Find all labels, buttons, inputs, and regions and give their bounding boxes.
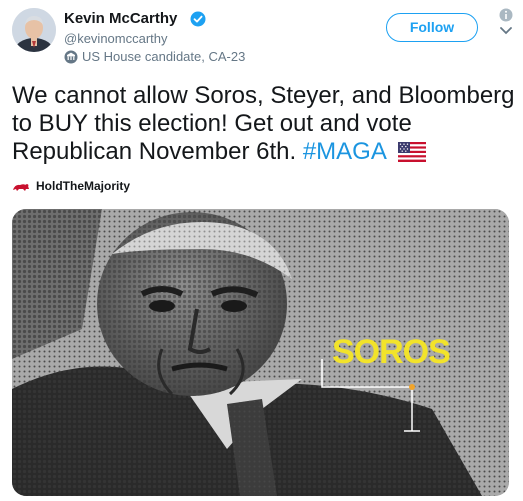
follow-button[interactable]: Follow: [386, 13, 478, 42]
tweet-card: Kevin McCarthy @kevinomccarthy US House …: [0, 0, 523, 501]
verified-badge-icon: [190, 11, 206, 27]
promo-label: HoldTheMajority: [36, 179, 131, 193]
candidate-label-text: US House candidate, CA-23: [82, 49, 246, 64]
info-icon[interactable]: [499, 8, 513, 22]
hashtag-link[interactable]: #MAGA: [303, 138, 386, 165]
us-flag-emoji-icon: [398, 142, 427, 162]
author-name[interactable]: Kevin McCarthy: [64, 10, 177, 27]
hold-the-majority-logo-icon: [13, 184, 29, 191]
chevron-down-icon[interactable]: [499, 26, 513, 36]
tweet-text: We cannot allow Soros, Steyer, and Bloom…: [12, 82, 517, 166]
tweet-media-image[interactable]: SOROS: [12, 209, 509, 496]
tweet-body: We cannot allow Soros, Steyer, and Bloom…: [12, 82, 515, 165]
avatar[interactable]: [12, 8, 56, 52]
media-overlay-word: SOROS: [332, 333, 451, 371]
author-handle[interactable]: @kevinomccarthy: [64, 31, 168, 46]
candidate-label-icon: [64, 50, 78, 64]
